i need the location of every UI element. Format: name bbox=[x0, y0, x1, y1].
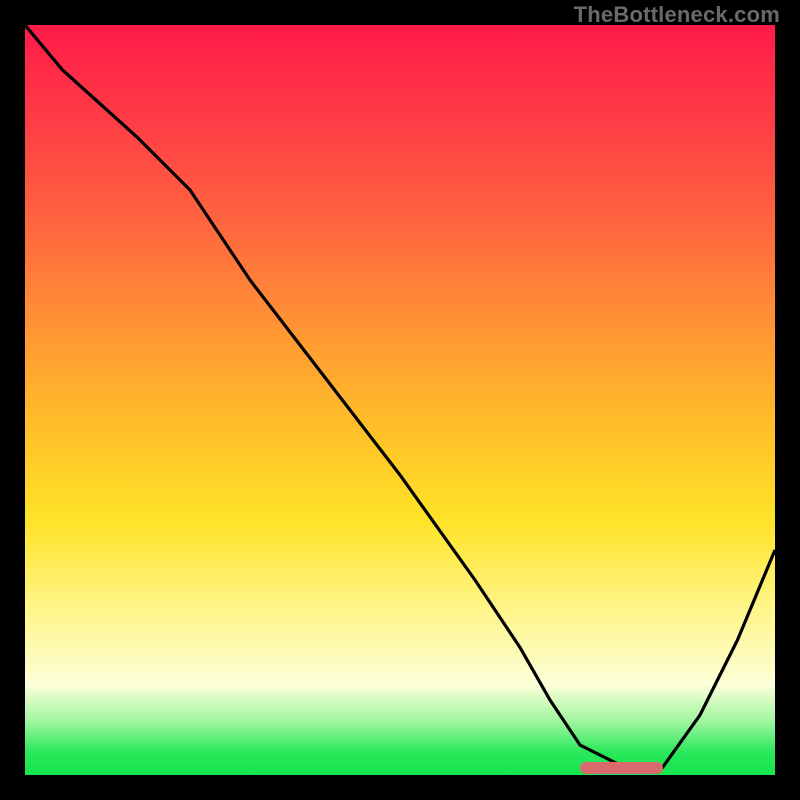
optimal-range-marker bbox=[580, 762, 663, 774]
curve-svg bbox=[25, 25, 775, 775]
chart-frame: TheBottleneck.com bbox=[0, 0, 800, 800]
plot-area bbox=[25, 25, 775, 775]
bottleneck-curve-path bbox=[25, 25, 775, 768]
